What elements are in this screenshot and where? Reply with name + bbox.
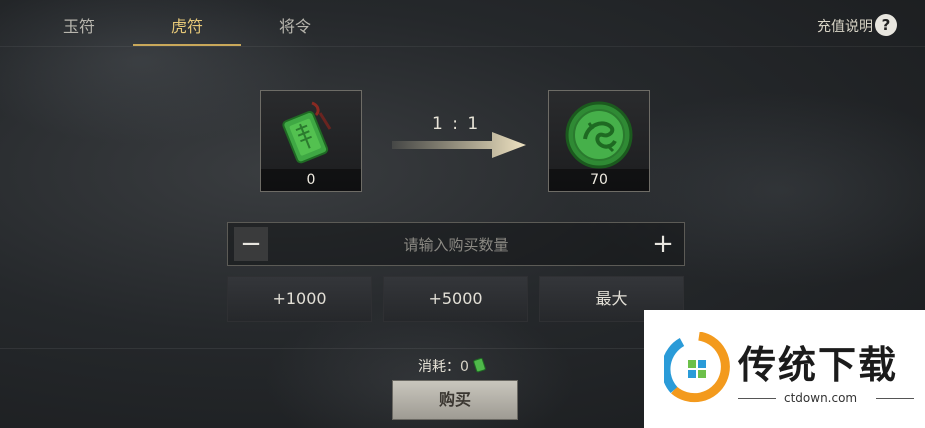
arrow-right-icon bbox=[392, 132, 526, 158]
minus-button[interactable]: − bbox=[234, 227, 268, 261]
watermark: 传统下载 ctdown.com bbox=[644, 310, 925, 428]
add-1000-button[interactable]: +1000 bbox=[227, 276, 372, 322]
jade-token-icon bbox=[282, 101, 332, 164]
tiger-seal-coin-icon bbox=[565, 101, 633, 169]
quantity-stepper: − + bbox=[227, 222, 685, 266]
add-5000-button[interactable]: +5000 bbox=[383, 276, 528, 322]
plus-button[interactable]: + bbox=[646, 227, 680, 261]
watermark-subtitle: ctdown.com bbox=[784, 391, 858, 405]
tab-hufu[interactable]: 虎符 bbox=[133, 10, 241, 46]
cost-value: 0 bbox=[460, 359, 469, 375]
cost-display: 消耗：0 bbox=[418, 356, 487, 376]
jade-token-icon bbox=[473, 357, 487, 373]
recharge-help-link[interactable]: 充值说明 bbox=[817, 16, 873, 36]
source-count: 0 bbox=[261, 169, 361, 191]
ctdown-logo-icon bbox=[664, 332, 730, 403]
watermark-line-left bbox=[738, 398, 776, 399]
buy-button[interactable]: 购买 bbox=[392, 380, 518, 420]
header-divider bbox=[0, 46, 925, 47]
tab-yufu[interactable]: 玉符 bbox=[25, 10, 133, 44]
tab-bar: 玉符 虎符 将令 充值说明 ? bbox=[0, 0, 925, 46]
section-divider bbox=[0, 348, 700, 349]
source-item-slot: 0 bbox=[260, 90, 362, 192]
question-icon[interactable]: ? bbox=[875, 14, 897, 36]
watermark-line-right bbox=[876, 398, 914, 399]
target-item-slot: 70 bbox=[548, 90, 650, 192]
quantity-input[interactable] bbox=[274, 229, 638, 261]
tab-jiangling[interactable]: 将令 bbox=[241, 10, 349, 44]
target-count: 70 bbox=[549, 169, 649, 191]
watermark-title: 传统下载 bbox=[738, 343, 899, 387]
cost-label: 消耗： bbox=[418, 359, 460, 375]
